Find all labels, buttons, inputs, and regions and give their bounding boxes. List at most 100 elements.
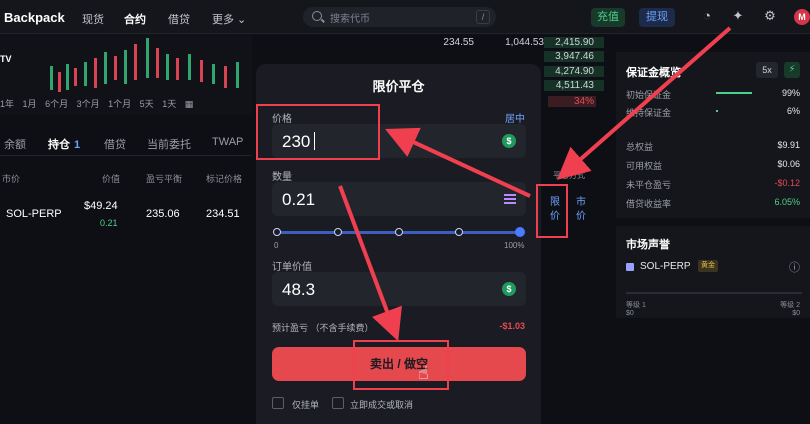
qty-label: 数量: [272, 172, 292, 183]
tf-1m[interactable]: 1月: [23, 99, 37, 109]
tf-3m[interactable]: 3个月: [77, 99, 100, 109]
market-title: 市场声誉: [626, 239, 670, 251]
market-reputation-panel: 市场声誉 SOL-PERP 黄金 ⓘ 等级 1 等级 2 $0 $0: [616, 226, 810, 318]
candle: [200, 60, 203, 82]
est-pnl-value: -$1.03: [499, 321, 525, 331]
ioc-checkbox[interactable]: [332, 397, 344, 409]
col-head-value: 价值: [102, 174, 121, 184]
nav-more[interactable]: 更多 ⌄: [212, 11, 246, 27]
table-row[interactable]: SOL-PERP $49.24 0.21 235.06 234.51: [0, 196, 252, 234]
candle: [224, 66, 227, 88]
ob-total: 2,415.90: [555, 37, 594, 48]
tf-6m[interactable]: 6个月: [45, 99, 68, 109]
tf-5d[interactable]: 5天: [140, 99, 154, 109]
annotation-box-price: [256, 104, 380, 160]
qty-input[interactable]: 0.21: [272, 182, 526, 216]
post-only-label: 仅挂单: [292, 400, 320, 410]
tab-twap[interactable]: TWAP: [212, 136, 243, 148]
col-head-mark: 标记价格: [206, 174, 243, 184]
info-icon[interactable]: ⓘ: [789, 259, 800, 275]
level1-amount: $0: [626, 310, 634, 317]
slider-handle[interactable]: [515, 227, 525, 237]
post-only-checkbox[interactable]: [272, 397, 284, 409]
slider-step[interactable]: [334, 228, 342, 236]
leverage-button[interactable]: 5x: [756, 62, 778, 78]
usd-coin-icon: $: [502, 282, 516, 296]
search-placeholder: 搜索代币: [330, 14, 370, 25]
nav-lend[interactable]: 借贷: [168, 11, 190, 27]
search-shortcut: /: [476, 10, 490, 24]
candle: [176, 58, 179, 80]
market-symbol: SOL-PERP: [640, 261, 691, 272]
level2-amount: $0: [792, 310, 800, 317]
level2-label: 等级 2: [780, 302, 800, 309]
order-value: 48.3: [282, 280, 316, 299]
ob-total: 3,947.46: [555, 51, 594, 62]
margin-title: 保证金概览: [626, 67, 681, 79]
search-bar[interactable]: 搜索代币 /: [303, 7, 496, 27]
modal-title: 限价平仓: [372, 79, 425, 94]
brand-logo[interactable]: Backpack: [4, 10, 65, 25]
candle: [104, 52, 107, 84]
market-close-button[interactable]: 市价: [574, 196, 588, 224]
margin-row: 维持保证金 6%: [626, 106, 800, 118]
tab-balances[interactable]: 余额: [4, 136, 26, 152]
nav-futures[interactable]: 合约: [124, 11, 146, 27]
candle: [74, 68, 77, 86]
candle: [188, 54, 191, 80]
ob-total: 4,274.90: [555, 66, 594, 77]
candle: [236, 62, 239, 88]
search-icon: [312, 11, 322, 21]
level1-label: 等级 1: [626, 302, 646, 309]
top-nav: Backpack 现货 合约 借贷 更多 ⌄ 搜索代币 / 充值 提现 ◔ ✦ …: [0, 0, 810, 34]
positions-count-badge: 1: [74, 139, 81, 151]
position-value: $49.24: [84, 200, 118, 212]
order-value-label: 订单价值: [272, 262, 312, 273]
ioc-label: 立即成交或取消: [350, 400, 414, 410]
candle: [146, 38, 149, 78]
pie-chart-icon[interactable]: ◔: [700, 9, 714, 23]
candle: [58, 72, 61, 92]
candle: [114, 56, 117, 80]
candle: [166, 54, 169, 80]
ob-total: 4,511.43: [555, 80, 594, 91]
nav-spot[interactable]: 现货: [82, 11, 104, 27]
slider-step[interactable]: [395, 228, 403, 236]
slider-step[interactable]: [455, 228, 463, 236]
tf-1d[interactable]: 1天: [162, 99, 176, 109]
avatar[interactable]: M: [794, 9, 810, 25]
position-symbol[interactable]: SOL-PERP: [6, 208, 62, 220]
price-mid-button[interactable]: 居中: [505, 110, 525, 125]
usd-coin-icon: $: [502, 134, 516, 148]
calendar-icon[interactable]: ▦: [185, 99, 194, 109]
timeframe-row: 1年 1月 6个月 3个月 1个月 5天 1天 ▦: [0, 97, 199, 110]
gear-icon[interactable]: ⚙: [763, 9, 777, 23]
candle: [84, 62, 87, 86]
bolt-icon[interactable]: ⚡: [784, 62, 800, 78]
reputation-progress: [626, 292, 802, 294]
candle: [212, 64, 215, 84]
position-breakeven: 235.06: [146, 208, 180, 220]
annotation-box-sell: [353, 340, 449, 390]
slider-min-label: 0: [274, 241, 279, 250]
tradingview-logo: TV: [0, 54, 12, 64]
order-value-input[interactable]: 48.3 $: [272, 272, 526, 306]
sol-icon: [626, 263, 634, 271]
ob-size: 1,044.53: [505, 37, 544, 48]
tab-borrows[interactable]: 借贷: [104, 136, 126, 152]
qty-value: 0.21: [282, 190, 316, 209]
annotation-box-limit: [536, 184, 568, 238]
tf-1mo[interactable]: 1个月: [108, 99, 131, 109]
slider-step[interactable]: [273, 228, 281, 236]
candle: [50, 66, 53, 90]
position-qty: 0.21: [100, 218, 118, 228]
slider-max-label: 100%: [504, 241, 525, 250]
tab-positions[interactable]: 持仓 1: [48, 136, 80, 152]
margin-row: 借贷收益率 6.05%: [626, 197, 800, 209]
deposit-button[interactable]: 充值: [591, 8, 625, 27]
candle: [66, 64, 69, 90]
tf-1y[interactable]: 1年: [0, 99, 14, 109]
tab-open-orders[interactable]: 当前委托: [147, 136, 191, 152]
sparkle-icon[interactable]: ✦: [731, 9, 745, 23]
withdraw-button[interactable]: 提现: [639, 8, 675, 27]
